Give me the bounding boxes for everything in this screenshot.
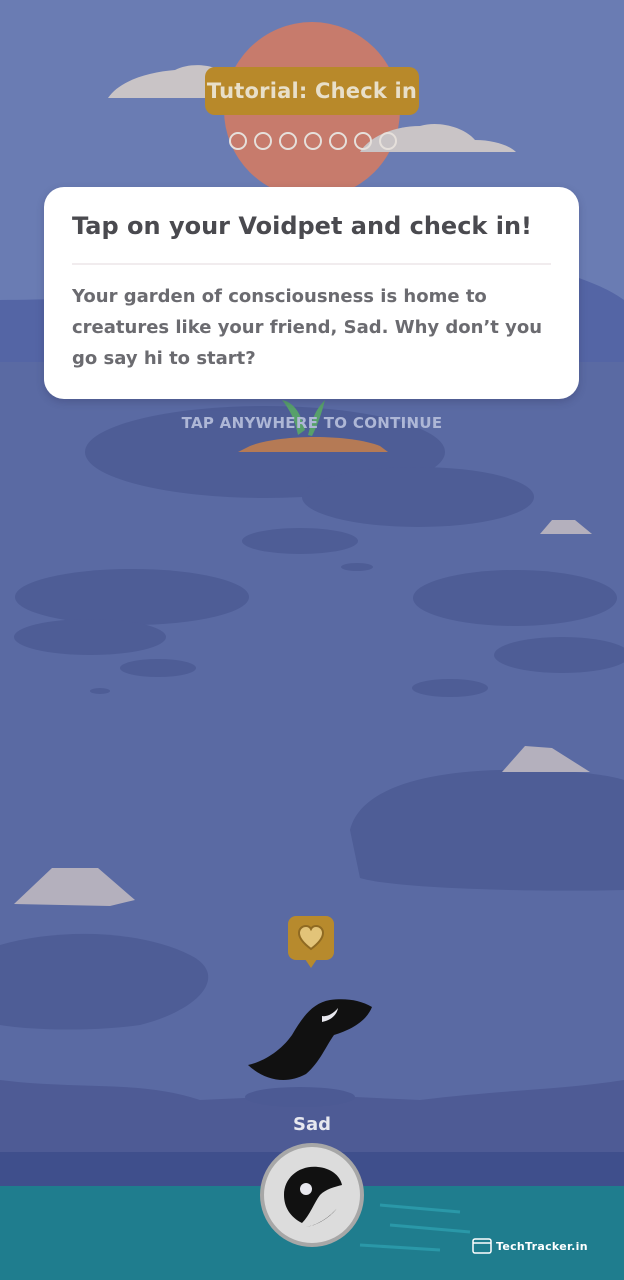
tap-to-continue-hint[interactable]: TAP ANYWHERE TO CONTINUE — [0, 414, 624, 432]
tutorial-title: Tutorial: Check in — [206, 79, 418, 103]
progress-dot — [254, 132, 272, 150]
progress-dot — [304, 132, 322, 150]
voidpet-avatar-icon — [284, 1166, 342, 1227]
card-divider — [72, 263, 551, 265]
progress-dot — [379, 132, 397, 150]
browser-window-icon — [472, 1238, 492, 1254]
progress-dot — [329, 132, 347, 150]
progress-dot — [229, 132, 247, 150]
tutorial-title-badge: Tutorial: Check in — [205, 67, 419, 115]
heart-icon — [297, 925, 325, 951]
progress-dot — [279, 132, 297, 150]
tutorial-progress — [229, 132, 397, 150]
watermark: TechTracker.in — [472, 1236, 588, 1256]
card-title: Tap on your Voidpet and check in! — [72, 212, 532, 240]
pet-name-label: Sad — [293, 1114, 331, 1135]
progress-dot — [354, 132, 372, 150]
card-body: Your garden of consciousness is home to … — [72, 286, 543, 369]
watermark-text: TechTracker.in — [496, 1239, 588, 1253]
tutorial-card[interactable]: Tap on your Voidpet and check in! Your g… — [44, 187, 579, 399]
mood-bubble[interactable] — [288, 916, 334, 968]
voidpet-checkin-button[interactable] — [260, 1143, 364, 1247]
